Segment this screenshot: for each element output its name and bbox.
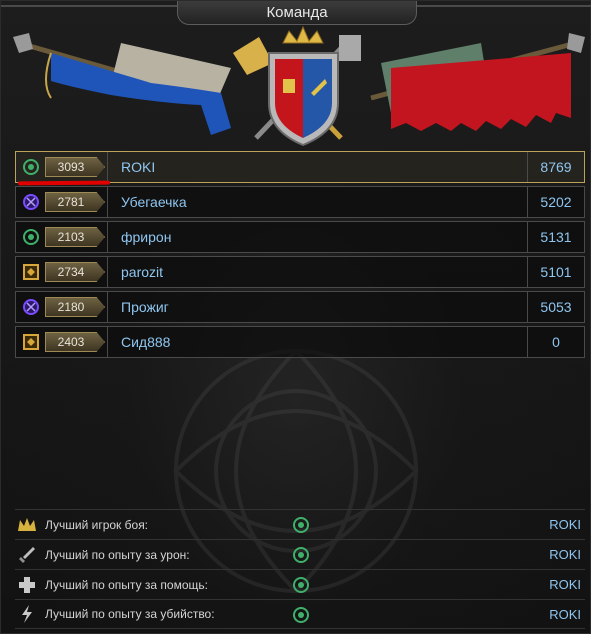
green-rank-icon bbox=[293, 517, 309, 533]
rating-value: 2734 bbox=[57, 265, 85, 279]
table-row[interactable]: 3093 ROKI 8769 bbox=[15, 151, 585, 186]
purple-rank-icon bbox=[20, 191, 42, 213]
award-row-assist: Лучший по опыту за помощь: ROKI bbox=[15, 569, 585, 599]
player-name: parozit bbox=[121, 264, 164, 280]
axe-head bbox=[233, 37, 273, 75]
rating-badge: 3093 bbox=[45, 157, 105, 177]
award-row-kill: Лучший по опыту за убийство: ROKI bbox=[15, 599, 585, 629]
rating-value: 2103 bbox=[57, 230, 85, 244]
table-row[interactable]: 2180 Прожиг 5053 bbox=[15, 291, 585, 323]
table-row[interactable]: 2103 фрирон 5131 bbox=[15, 221, 585, 253]
player-score: 5101 bbox=[527, 257, 584, 287]
team-window: Команда 3093 ROKI 8769 2781 Убегаечка 52… bbox=[0, 0, 591, 634]
award-label: Лучший по опыту за помощь: bbox=[45, 577, 208, 592]
player-name: Прожиг bbox=[121, 299, 169, 315]
rating-value: 3093 bbox=[57, 160, 85, 174]
rank-cell: 2403 bbox=[16, 327, 108, 357]
award-label: Лучший игрок боя: bbox=[45, 517, 149, 532]
gold-rank-icon bbox=[20, 331, 42, 353]
rating-value: 2180 bbox=[57, 300, 85, 314]
green-rank-icon bbox=[20, 226, 42, 248]
title-divider-left bbox=[1, 5, 177, 7]
award-player-name[interactable]: ROKI bbox=[549, 540, 581, 570]
rating-badge: 2103 bbox=[45, 227, 105, 247]
award-label: Лучший по опыту за убийство: bbox=[45, 607, 215, 621]
lightning-icon bbox=[15, 602, 39, 626]
sword-icon bbox=[15, 543, 39, 567]
rank-cell: 2103 bbox=[16, 222, 108, 252]
award-row-damage: Лучший по опыту за урон: ROKI bbox=[15, 539, 585, 569]
rank-cell: 2781 bbox=[16, 187, 108, 217]
award-player-name[interactable]: ROKI bbox=[549, 510, 581, 540]
rating-badge: 2734 bbox=[45, 262, 105, 282]
award-label: Лучший по опыту за урон: bbox=[45, 547, 190, 562]
crown-ornament bbox=[282, 25, 324, 44]
hammer-head bbox=[339, 35, 361, 61]
green-rank-icon bbox=[293, 547, 309, 563]
green-rank-icon bbox=[20, 156, 42, 178]
player-name: Убегаечка bbox=[121, 194, 187, 210]
player-score: 8769 bbox=[527, 152, 584, 182]
green-rank-icon bbox=[293, 577, 309, 593]
right-pole-head bbox=[567, 33, 585, 53]
heraldic-banner bbox=[13, 25, 585, 147]
award-row-best-player: Лучший игрок боя: ROKI bbox=[15, 509, 585, 539]
rating-badge: 2180 bbox=[45, 297, 105, 317]
player-score: 5053 bbox=[527, 292, 584, 322]
left-pole-head bbox=[13, 33, 33, 53]
player-score: 0 bbox=[527, 327, 584, 357]
rank-cell: 2180 bbox=[16, 292, 108, 322]
team-table: 3093 ROKI 8769 2781 Убегаечка 5202 2103 bbox=[15, 151, 585, 361]
table-row[interactable]: 2734 parozit 5101 bbox=[15, 256, 585, 288]
window-title: Команда bbox=[266, 4, 328, 21]
table-row[interactable]: 2403 Сид888 0 bbox=[15, 326, 585, 358]
crown-icon bbox=[15, 513, 39, 537]
red-underline-mark bbox=[17, 180, 111, 186]
left-tassel bbox=[45, 52, 52, 99]
player-name: Сид888 bbox=[121, 334, 171, 350]
rank-cell: 3093 bbox=[16, 152, 108, 182]
cross-plus-icon bbox=[15, 573, 39, 597]
award-player-name[interactable]: ROKI bbox=[549, 570, 581, 600]
award-player-name[interactable]: ROKI bbox=[549, 600, 581, 630]
shield-tower bbox=[283, 79, 295, 93]
player-score: 5202 bbox=[527, 187, 584, 217]
purple-rank-icon bbox=[20, 296, 42, 318]
rating-badge: 2403 bbox=[45, 332, 105, 352]
title-divider-right bbox=[417, 5, 591, 7]
rating-value: 2781 bbox=[57, 195, 85, 209]
rating-value: 2403 bbox=[57, 335, 85, 349]
green-rank-icon bbox=[293, 607, 309, 623]
awards-list: Лучший игрок боя: ROKI Лучший по опыту з… bbox=[15, 509, 585, 629]
player-name: ROKI bbox=[121, 159, 156, 175]
rating-badge: 2781 bbox=[45, 192, 105, 212]
player-name: фрирон bbox=[121, 229, 172, 245]
player-score: 5131 bbox=[527, 222, 584, 252]
table-row[interactable]: 2781 Убегаечка 5202 bbox=[15, 186, 585, 218]
rank-cell: 2734 bbox=[16, 257, 108, 287]
window-title-tab: Команда bbox=[177, 1, 417, 25]
gold-rank-icon bbox=[20, 261, 42, 283]
